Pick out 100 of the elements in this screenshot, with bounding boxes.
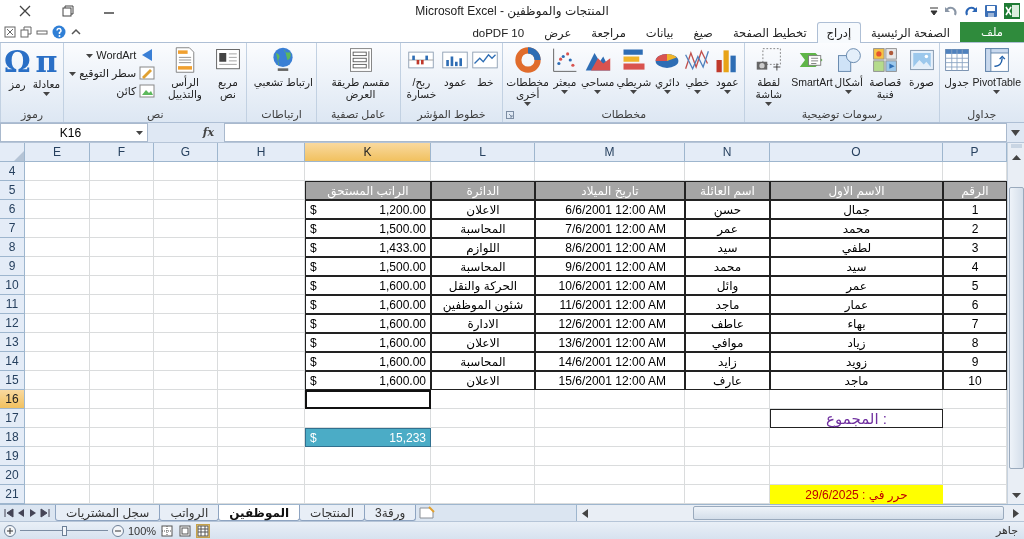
close-window-icon[interactable] [4, 26, 16, 38]
restore-window-icon[interactable] [20, 26, 32, 38]
ribbon-tab[interactable]: بيانات [635, 22, 684, 42]
ribbon-button[interactable]: WordArt [69, 47, 156, 63]
ribbon-button[interactable]: خط [470, 45, 501, 89]
row-header[interactable]: 19 [0, 447, 25, 466]
expand-formula-bar-icon[interactable] [1011, 129, 1020, 136]
slider-thumb[interactable] [62, 525, 67, 536]
ribbon-button[interactable]: لقطة شاشة [747, 45, 791, 107]
ribbon-button[interactable]: SmartArt [790, 45, 834, 89]
previous-sheet-icon[interactable] [16, 508, 26, 518]
sheet-tab[interactable]: سجل المشتريات [55, 505, 161, 521]
ribbon-tab[interactable]: مراجعة [581, 22, 636, 42]
column-header[interactable]: K [305, 143, 431, 162]
scroll-thumb[interactable] [1009, 187, 1024, 469]
row-header[interactable]: 20 [0, 466, 25, 485]
row-header[interactable]: 4 [0, 162, 25, 181]
column-header[interactable]: H [218, 143, 305, 162]
normal-view-icon[interactable] [197, 524, 210, 537]
sheet-tab[interactable]: الرواتب [159, 505, 220, 521]
row-header[interactable]: 9 [0, 257, 25, 276]
ribbon-button[interactable]: مربع نص [211, 45, 245, 101]
row-header[interactable]: 16 [0, 390, 25, 409]
last-sheet-icon[interactable] [40, 508, 50, 518]
ribbon-tab[interactable]: عرض [534, 22, 582, 42]
undo-icon[interactable] [944, 5, 958, 17]
dialog-launcher-icon[interactable] [506, 111, 515, 119]
ribbon-button[interactable]: PivotTable [971, 45, 1022, 95]
ribbon-button[interactable]: كائن [69, 83, 156, 99]
row-header[interactable]: 8 [0, 238, 25, 257]
excel-app-icon[interactable] [1004, 3, 1020, 19]
zoom-level[interactable]: 100% [128, 524, 157, 537]
ribbon-button[interactable]: خطي [682, 45, 713, 95]
scroll-thumb[interactable] [693, 506, 1004, 520]
next-sheet-icon[interactable] [28, 508, 38, 518]
ribbon-button[interactable]: الرأس والتذييل [158, 45, 212, 101]
row-header[interactable]: 21 [0, 485, 25, 504]
row-header[interactable]: 18 [0, 428, 25, 447]
zoom-in-icon[interactable] [4, 524, 16, 537]
ribbon-button[interactable]: قصاصة فنية [863, 45, 907, 101]
ribbon-button[interactable]: سطر التوقيع [69, 65, 156, 81]
ribbon-tab[interactable]: صيغ [683, 22, 723, 42]
redo-icon[interactable] [964, 5, 978, 17]
sheet-tab[interactable]: الموظفين [218, 505, 301, 521]
column-header[interactable]: O [770, 143, 943, 162]
formula-input[interactable] [224, 123, 1007, 142]
column-header[interactable]: N [685, 143, 770, 162]
row-header[interactable]: 14 [0, 352, 25, 371]
page-layout-view-icon[interactable] [179, 524, 192, 537]
zoom-slider[interactable] [20, 525, 108, 536]
ribbon-tab[interactable]: الصفحة الرئيسية [861, 22, 960, 42]
file-tab[interactable]: ملف [960, 22, 1024, 42]
help-icon[interactable] [52, 25, 66, 39]
column-header[interactable]: L [431, 143, 535, 162]
ribbon-group-label: رسومات توضيحية [800, 107, 884, 122]
save-icon[interactable] [984, 4, 998, 18]
ribbon-button[interactable]: مبعثر [549, 45, 580, 95]
row-header[interactable]: 12 [0, 314, 25, 333]
ribbon-tab[interactable]: تخطيط الصفحة [722, 22, 817, 42]
ribbon-button[interactable]: جدول [941, 45, 972, 89]
ribbon-tab[interactable]: doPDF 10 [462, 22, 535, 42]
first-sheet-icon[interactable] [4, 508, 14, 518]
name-box[interactable]: K16 [0, 123, 148, 142]
zoom-out-icon[interactable] [112, 524, 124, 537]
ribbon-button[interactable]: أشكال [833, 45, 864, 95]
ribbon-button[interactable]: مساحي [579, 45, 616, 95]
sheet-tab[interactable]: المنتجات [299, 505, 365, 521]
ribbon-button[interactable]: عمود [712, 45, 743, 95]
column-header[interactable]: F [90, 143, 154, 162]
row-header[interactable]: 13 [0, 333, 25, 352]
column-header[interactable]: E [25, 143, 90, 162]
ribbon-button[interactable]: ربح/خسارة [402, 45, 441, 101]
ribbon-button[interactable]: شريطي [615, 45, 653, 95]
insert-function-button[interactable]: fx [202, 126, 214, 139]
ribbon-tab[interactable]: إدراج [816, 22, 862, 43]
ribbon-button[interactable]: دائري [652, 45, 683, 95]
row-header[interactable]: 5 [0, 181, 25, 200]
column-header[interactable]: G [154, 143, 218, 162]
customize-dropdown-icon[interactable] [930, 6, 938, 16]
ribbon-button[interactable]: ارتباط تشعبي [252, 45, 314, 89]
ribbon-button[interactable]: عمود [440, 45, 471, 89]
column-header[interactable]: M [535, 143, 685, 162]
sheet-tab[interactable]: ورقة3 [363, 505, 417, 521]
currency-symbol: $ [310, 278, 317, 293]
salary-amount: 1,433.00 [379, 240, 426, 255]
table-cell: 14/6/2001 12:00 AM [535, 352, 685, 371]
page-break-view-icon[interactable] [161, 524, 174, 537]
row-header[interactable]: 15 [0, 371, 25, 390]
ribbon-button[interactable]: مقسم طريقة العرض [323, 45, 398, 101]
active-cell[interactable] [305, 390, 431, 409]
table-cell: ماجد [770, 371, 943, 390]
ribbon-button[interactable]: صورة [906, 45, 937, 89]
row-header[interactable]: 10 [0, 276, 25, 295]
column-header[interactable]: P [943, 143, 1007, 162]
split-handle-icon[interactable] [1008, 143, 1024, 149]
row-header[interactable]: 6 [0, 200, 25, 219]
ribbon-button[interactable]: مخططات أخرى [505, 45, 550, 107]
row-header[interactable]: 11 [0, 295, 25, 314]
row-header[interactable]: 17 [0, 409, 25, 428]
row-header[interactable]: 7 [0, 219, 25, 238]
